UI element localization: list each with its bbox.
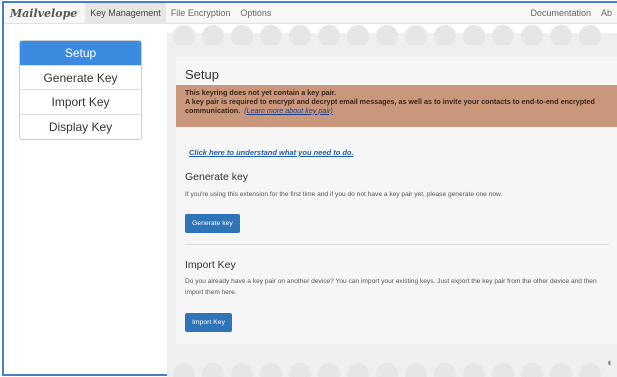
- generate-key-button[interactable]: Generate key: [185, 214, 240, 233]
- generate-key-heading: Generate key: [185, 171, 249, 183]
- sidebar-item-setup[interactable]: Setup: [20, 41, 141, 66]
- import-key-heading: Import Key: [185, 259, 236, 271]
- import-key-description: Do you already have a key pair on anothe…: [185, 278, 597, 296]
- nav-right-group: Documentation Ab: [525, 3, 617, 24]
- section-divider: [185, 244, 609, 245]
- nav-key-management[interactable]: Key Management: [85, 3, 166, 24]
- learn-more-link[interactable]: (Learn more about key pair): [244, 106, 333, 115]
- decorative-pattern-bottom: [167, 363, 617, 377]
- warning-line-2: A key pair is required to encrypt and de…: [185, 96, 595, 115]
- top-navbar: Mailvelope Key Management File Encryptio…: [4, 3, 617, 24]
- setup-panel: Setup This keyring does not yet contain …: [176, 57, 617, 344]
- no-keypair-warning: This keyring does not yet contain a key …: [176, 85, 617, 127]
- setup-sidebar: Setup Generate Key Import Key Display Ke…: [19, 40, 142, 140]
- corner-icon: ◐: [607, 357, 614, 369]
- help-link[interactable]: Click here to understand what you need t…: [189, 148, 354, 157]
- sidebar-item-display-key[interactable]: Display Key: [20, 115, 141, 140]
- mailvelope-logo[interactable]: Mailvelope: [10, 7, 77, 20]
- nav-file-encryption[interactable]: File Encryption: [166, 3, 236, 24]
- generate-key-description: If you're using this extension for the f…: [185, 191, 503, 198]
- nav-options[interactable]: Options: [235, 3, 276, 24]
- nav-about[interactable]: Ab: [596, 3, 617, 24]
- sidebar-item-generate-key[interactable]: Generate Key: [20, 66, 141, 90]
- page-title: Setup: [185, 67, 219, 82]
- import-key-button[interactable]: Import Key: [185, 313, 232, 332]
- nav-documentation[interactable]: Documentation: [525, 3, 596, 24]
- sidebar-item-import-key[interactable]: Import Key: [20, 90, 141, 115]
- decorative-pattern-top: [167, 25, 617, 45]
